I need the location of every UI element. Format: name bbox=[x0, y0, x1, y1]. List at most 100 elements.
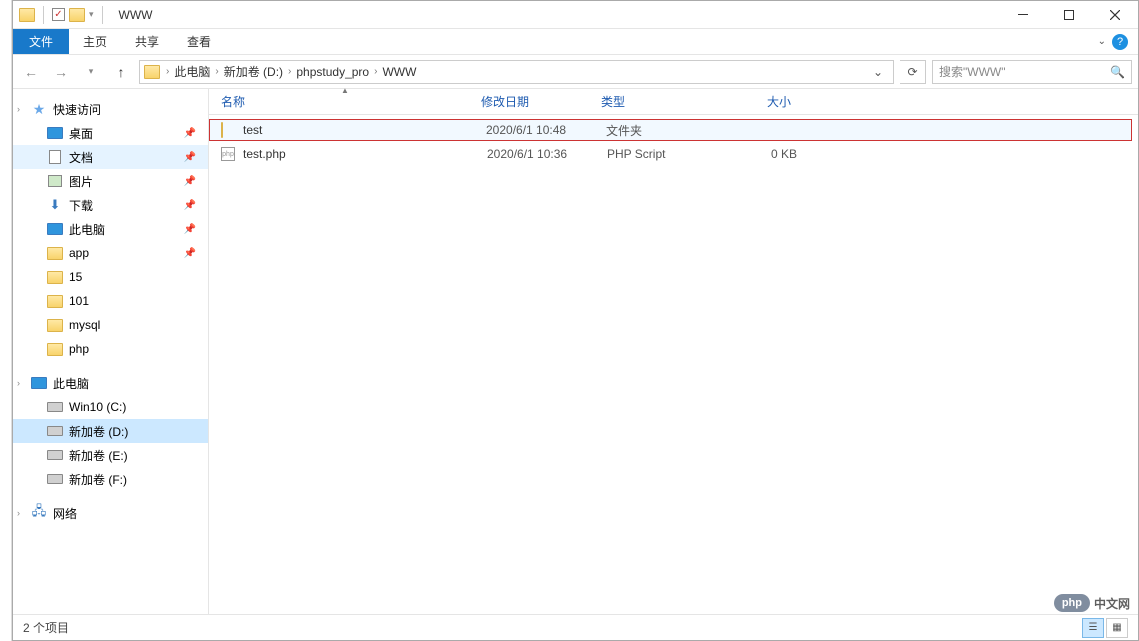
drive-icon bbox=[47, 450, 63, 460]
view-buttons: ☰ ▦ bbox=[1082, 618, 1128, 638]
sidebar-item-label: php bbox=[69, 342, 89, 356]
pin-icon: 📌 bbox=[184, 224, 196, 235]
file-date: 2020/6/1 10:48 bbox=[486, 123, 606, 137]
ribbon-file-tab[interactable]: 文件 bbox=[13, 29, 69, 54]
address-box[interactable]: › 此电脑 › 新加卷 (D:) › phpstudy_pro › WWW ⌄ bbox=[139, 60, 894, 84]
sidebar-item[interactable]: 图片📌 bbox=[13, 169, 208, 193]
sidebar-item-label: 下载 bbox=[69, 197, 93, 214]
sidebar-item[interactable]: 文档📌 bbox=[13, 145, 208, 169]
sidebar-item[interactable]: 此电脑📌 bbox=[13, 217, 208, 241]
sidebar-item[interactable]: mysql bbox=[13, 313, 208, 337]
sidebar-item[interactable]: 桌面📌 bbox=[13, 121, 208, 145]
sidebar-drive-item[interactable]: 新加卷 (D:) bbox=[13, 419, 208, 443]
tree-caret-icon[interactable]: › bbox=[17, 378, 20, 388]
file-rows[interactable]: test2020/6/1 10:48文件夹phptest.php2020/6/1… bbox=[209, 115, 1138, 614]
file-type: PHP Script bbox=[607, 147, 727, 161]
quick-access-group: › ★ 快速访问 桌面📌文档📌图片📌⬇下载📌此电脑📌app📌15101mysql… bbox=[13, 97, 208, 361]
sidebar-item[interactable]: 15 bbox=[13, 265, 208, 289]
address-dropdown-icon[interactable]: ⌄ bbox=[867, 65, 889, 79]
file-name: test.php bbox=[243, 147, 487, 161]
address-chevron-icon[interactable]: › bbox=[213, 66, 220, 77]
sidebar-item[interactable]: 101 bbox=[13, 289, 208, 313]
download-icon: ⬇ bbox=[47, 198, 63, 212]
sidebar-item-label: 新加卷 (F:) bbox=[69, 471, 127, 488]
file-row[interactable]: phptest.php2020/6/1 10:36PHP Script0 KB bbox=[209, 143, 1138, 165]
navigation-pane: › ★ 快速访问 桌面📌文档📌图片📌⬇下载📌此电脑📌app📌15101mysql… bbox=[13, 89, 209, 614]
minimize-button[interactable] bbox=[1000, 1, 1046, 29]
address-bar: ← → ▾ ↑ › 此电脑 › 新加卷 (D:) › phpstudy_pro … bbox=[13, 55, 1138, 89]
external-edge bbox=[0, 0, 12, 641]
folder-icon bbox=[47, 271, 63, 284]
watermark-text: 中文网 bbox=[1094, 595, 1130, 612]
column-type[interactable]: 类型 bbox=[601, 93, 721, 110]
tree-caret-icon[interactable]: › bbox=[17, 508, 20, 518]
sidebar-item-label: 新加卷 (E:) bbox=[69, 447, 128, 464]
sidebar-item-label: 桌面 bbox=[69, 125, 93, 142]
quick-access-label: 快速访问 bbox=[53, 101, 101, 118]
ribbon-right: ⌄ ? bbox=[1098, 29, 1138, 54]
sidebar-drive-item[interactable]: 新加卷 (E:) bbox=[13, 443, 208, 467]
breadcrumb-segment[interactable]: WWW bbox=[379, 65, 419, 79]
network-icon: 🖧 bbox=[31, 506, 47, 520]
details-view-button[interactable]: ☰ bbox=[1082, 618, 1104, 638]
ribbon-view-tab[interactable]: 查看 bbox=[173, 29, 225, 54]
breadcrumb-segment[interactable]: 新加卷 (D:) bbox=[221, 63, 286, 80]
address-chevron-icon[interactable]: › bbox=[286, 66, 293, 77]
icons-view-button[interactable]: ▦ bbox=[1106, 618, 1128, 638]
qat-newfolder-icon[interactable] bbox=[69, 8, 85, 22]
address-chevron-icon[interactable]: › bbox=[164, 66, 171, 77]
sort-indicator-icon: ▲ bbox=[341, 86, 349, 95]
close-button[interactable] bbox=[1092, 1, 1138, 29]
sidebar-item[interactable]: php bbox=[13, 337, 208, 361]
breadcrumb-segment[interactable]: phpstudy_pro bbox=[293, 65, 372, 79]
pin-icon: 📌 bbox=[184, 152, 196, 163]
back-button[interactable]: ← bbox=[19, 60, 43, 84]
ribbon-home-tab[interactable]: 主页 bbox=[69, 29, 121, 54]
this-pc-label: 此电脑 bbox=[53, 375, 89, 392]
forward-button[interactable]: → bbox=[49, 60, 73, 84]
star-icon: ★ bbox=[31, 102, 47, 116]
this-pc-group: › 此电脑 Win10 (C:)新加卷 (D:) 新加卷 (E:) 新加卷 (F:) bbox=[13, 371, 208, 491]
ribbon: 文件 主页 共享 查看 ⌄ ? bbox=[13, 29, 1138, 55]
file-date: 2020/6/1 10:36 bbox=[487, 147, 607, 161]
document-icon bbox=[49, 150, 61, 164]
file-name: test bbox=[243, 123, 486, 137]
this-pc-header[interactable]: › 此电脑 bbox=[13, 371, 208, 395]
qat-properties-icon[interactable]: ✓ bbox=[52, 8, 65, 21]
recent-dropdown[interactable]: ▾ bbox=[79, 60, 103, 84]
sidebar-drive-item[interactable]: 新加卷 (F:) bbox=[13, 467, 208, 491]
ribbon-share-tab[interactable]: 共享 bbox=[121, 29, 173, 54]
sidebar-drive-item[interactable]: Win10 (C:) bbox=[13, 395, 208, 419]
network-label: 网络 bbox=[53, 505, 77, 522]
item-count: 2 个项目 bbox=[23, 619, 69, 636]
column-date[interactable]: 修改日期 bbox=[481, 93, 601, 110]
qat-dropdown-icon[interactable]: ▾ bbox=[89, 9, 94, 20]
sidebar-item[interactable]: app📌 bbox=[13, 241, 208, 265]
column-size[interactable]: 大小 bbox=[721, 93, 791, 110]
help-icon[interactable]: ? bbox=[1112, 34, 1128, 50]
sidebar-item-label: mysql bbox=[69, 318, 100, 332]
qat-separator bbox=[43, 6, 44, 24]
sidebar-item[interactable]: ⬇下载📌 bbox=[13, 193, 208, 217]
ribbon-expand-icon[interactable]: ⌄ bbox=[1098, 36, 1106, 47]
search-input[interactable]: 搜索"WWW" 🔍 bbox=[932, 60, 1132, 84]
breadcrumb-segment[interactable]: 此电脑 bbox=[171, 63, 213, 80]
column-name[interactable]: 名称 ▲ bbox=[221, 93, 481, 110]
watermark: php 中文网 bbox=[1054, 594, 1130, 612]
maximize-icon bbox=[1064, 10, 1074, 20]
tree-caret-icon[interactable]: › bbox=[17, 104, 20, 114]
up-button[interactable]: ↑ bbox=[109, 60, 133, 84]
address-chevron-icon[interactable]: › bbox=[372, 66, 379, 77]
quick-access-header[interactable]: › ★ 快速访问 bbox=[13, 97, 208, 121]
maximize-button[interactable] bbox=[1046, 1, 1092, 29]
window-controls bbox=[1000, 1, 1138, 29]
file-row[interactable]: test2020/6/1 10:48文件夹 bbox=[209, 119, 1132, 141]
folder-icon bbox=[47, 319, 63, 332]
pin-icon: 📌 bbox=[184, 176, 196, 187]
network-header[interactable]: › 🖧 网络 bbox=[13, 501, 208, 525]
sidebar-item-label: app bbox=[69, 246, 89, 260]
refresh-button[interactable]: ⟳ bbox=[900, 60, 926, 84]
window-title: WWW bbox=[119, 8, 153, 22]
desktop-icon bbox=[47, 127, 63, 139]
file-size: 0 KB bbox=[727, 147, 797, 161]
